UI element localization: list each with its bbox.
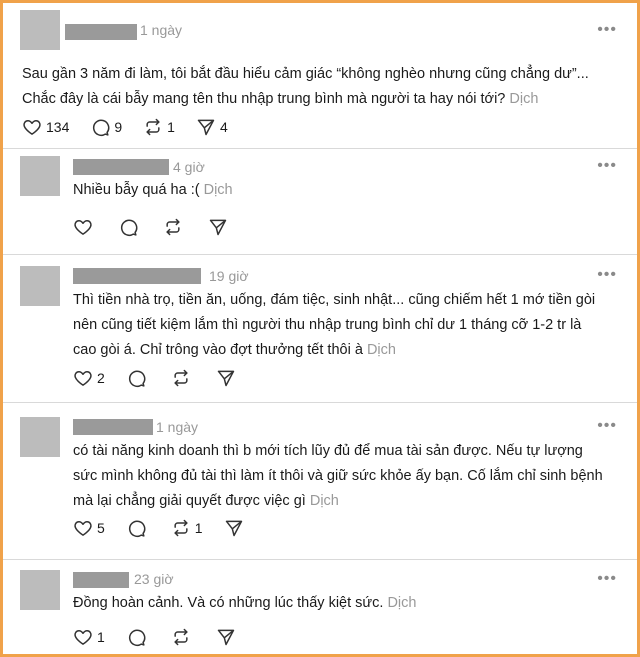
more-options-icon[interactable]: ••• bbox=[597, 158, 617, 174]
avatar[interactable] bbox=[20, 570, 60, 610]
like-count: 5 bbox=[97, 520, 105, 536]
like-count: 134 bbox=[46, 119, 70, 135]
repost-button[interactable]: 1 bbox=[143, 117, 175, 137]
post-main: 1 ngày ••• Sau gần 3 năm đi làm, tôi bắt… bbox=[3, 3, 637, 149]
post-text: có tài năng kinh doanh thì b mới tích lũ… bbox=[73, 443, 603, 509]
comment-button[interactable] bbox=[126, 627, 150, 647]
reply-post: 23 giờ ••• Đồng hoàn cảnh. Và có những l… bbox=[3, 560, 637, 654]
comment-icon bbox=[128, 520, 146, 538]
post-text: Sau gần 3 năm đi làm, tôi bắt đầu hiểu c… bbox=[22, 66, 589, 107]
thread-view: 1 ngày ••• Sau gần 3 năm đi làm, tôi bắt… bbox=[3, 3, 637, 654]
repost-icon bbox=[146, 118, 160, 136]
translate-link[interactable]: Dịch bbox=[310, 493, 339, 509]
repost-icon bbox=[174, 369, 188, 387]
send-icon bbox=[225, 520, 242, 537]
share-button[interactable] bbox=[216, 627, 240, 647]
more-options-icon[interactable]: ••• bbox=[597, 571, 617, 587]
heart-icon bbox=[23, 120, 41, 135]
send-icon bbox=[209, 219, 227, 236]
comment-icon bbox=[93, 119, 110, 137]
reply-post: 4 giờ ••• Nhiều bẫy quá ha :( Dịch bbox=[3, 149, 637, 255]
username-redacted[interactable] bbox=[73, 268, 201, 284]
action-bar: 2 bbox=[73, 368, 261, 388]
post-text: Nhiều bẫy quá ha :( Dịch bbox=[73, 182, 233, 198]
action-bar: 1 bbox=[73, 627, 261, 647]
username-redacted[interactable] bbox=[73, 419, 153, 435]
comment-count: 9 bbox=[114, 119, 123, 135]
action-bar: 5 1 bbox=[73, 518, 269, 538]
repost-button[interactable]: 1 bbox=[171, 518, 203, 538]
like-button[interactable]: 2 bbox=[73, 368, 105, 388]
comment-icon bbox=[120, 219, 138, 237]
comment-icon bbox=[128, 629, 146, 647]
heart-icon bbox=[74, 220, 92, 235]
translate-link[interactable]: Dịch bbox=[367, 342, 396, 358]
send-icon bbox=[217, 370, 235, 387]
avatar[interactable] bbox=[20, 156, 60, 196]
avatar[interactable] bbox=[20, 10, 60, 50]
share-button[interactable] bbox=[216, 368, 240, 388]
like-button[interactable]: 134 bbox=[22, 117, 69, 137]
username-redacted[interactable] bbox=[73, 572, 129, 588]
like-button[interactable] bbox=[73, 217, 97, 237]
repost-icon bbox=[166, 218, 180, 236]
avatar[interactable] bbox=[20, 266, 60, 306]
repost-button[interactable] bbox=[171, 368, 195, 388]
heart-icon bbox=[74, 521, 92, 536]
like-count: 2 bbox=[97, 370, 105, 386]
heart-icon bbox=[74, 371, 92, 386]
translate-link[interactable]: Dịch bbox=[204, 182, 233, 198]
like-count: 1 bbox=[97, 629, 105, 645]
more-options-icon[interactable]: ••• bbox=[597, 418, 617, 434]
post-text: Thì tiền nhà trọ, tiền ăn, uống, đám tiệ… bbox=[73, 292, 596, 358]
username-redacted[interactable] bbox=[73, 159, 169, 175]
heart-icon bbox=[74, 630, 92, 645]
reply-post: 19 giờ ••• Thì tiền nhà trọ, tiền ăn, uố… bbox=[3, 255, 637, 403]
share-button[interactable] bbox=[208, 217, 232, 237]
post-time: 1 ngày bbox=[156, 419, 199, 435]
post-time: 4 giờ bbox=[173, 159, 205, 175]
repost-count: 1 bbox=[194, 520, 203, 536]
post-time: 23 giờ bbox=[134, 571, 174, 587]
post-time: 19 giờ bbox=[209, 268, 249, 284]
comment-button[interactable] bbox=[118, 217, 142, 237]
repost-count: 1 bbox=[167, 119, 175, 135]
more-options-icon[interactable]: ••• bbox=[597, 22, 617, 38]
username-redacted[interactable] bbox=[65, 24, 137, 40]
comment-button[interactable] bbox=[126, 368, 150, 388]
repost-icon bbox=[174, 519, 188, 537]
share-button[interactable] bbox=[224, 518, 248, 538]
post-time: 1 ngày bbox=[140, 22, 183, 38]
reply-post: 1 ngày ••• có tài năng kinh doanh thì b … bbox=[3, 403, 637, 560]
avatar[interactable] bbox=[20, 417, 60, 457]
share-button[interactable]: 4 bbox=[196, 117, 228, 137]
comment-icon bbox=[128, 370, 146, 388]
comment-button[interactable] bbox=[126, 518, 150, 538]
repost-button[interactable] bbox=[171, 627, 195, 647]
comment-button[interactable]: 9 bbox=[90, 117, 122, 137]
share-count: 4 bbox=[219, 119, 228, 135]
translate-link[interactable]: Dịch bbox=[509, 91, 538, 107]
translate-link[interactable]: Dịch bbox=[387, 595, 416, 611]
more-options-icon[interactable]: ••• bbox=[597, 267, 617, 283]
send-icon bbox=[217, 629, 235, 646]
repost-button[interactable] bbox=[163, 217, 187, 237]
action-bar: 134 9 1 4 bbox=[22, 117, 249, 137]
send-icon bbox=[197, 119, 215, 136]
repost-icon bbox=[174, 628, 188, 646]
post-text: Đồng hoàn cảnh. Và có những lúc thấy kiệ… bbox=[73, 595, 417, 611]
like-button[interactable]: 1 bbox=[73, 627, 105, 647]
like-button[interactable]: 5 bbox=[73, 518, 105, 538]
action-bar bbox=[73, 217, 253, 237]
